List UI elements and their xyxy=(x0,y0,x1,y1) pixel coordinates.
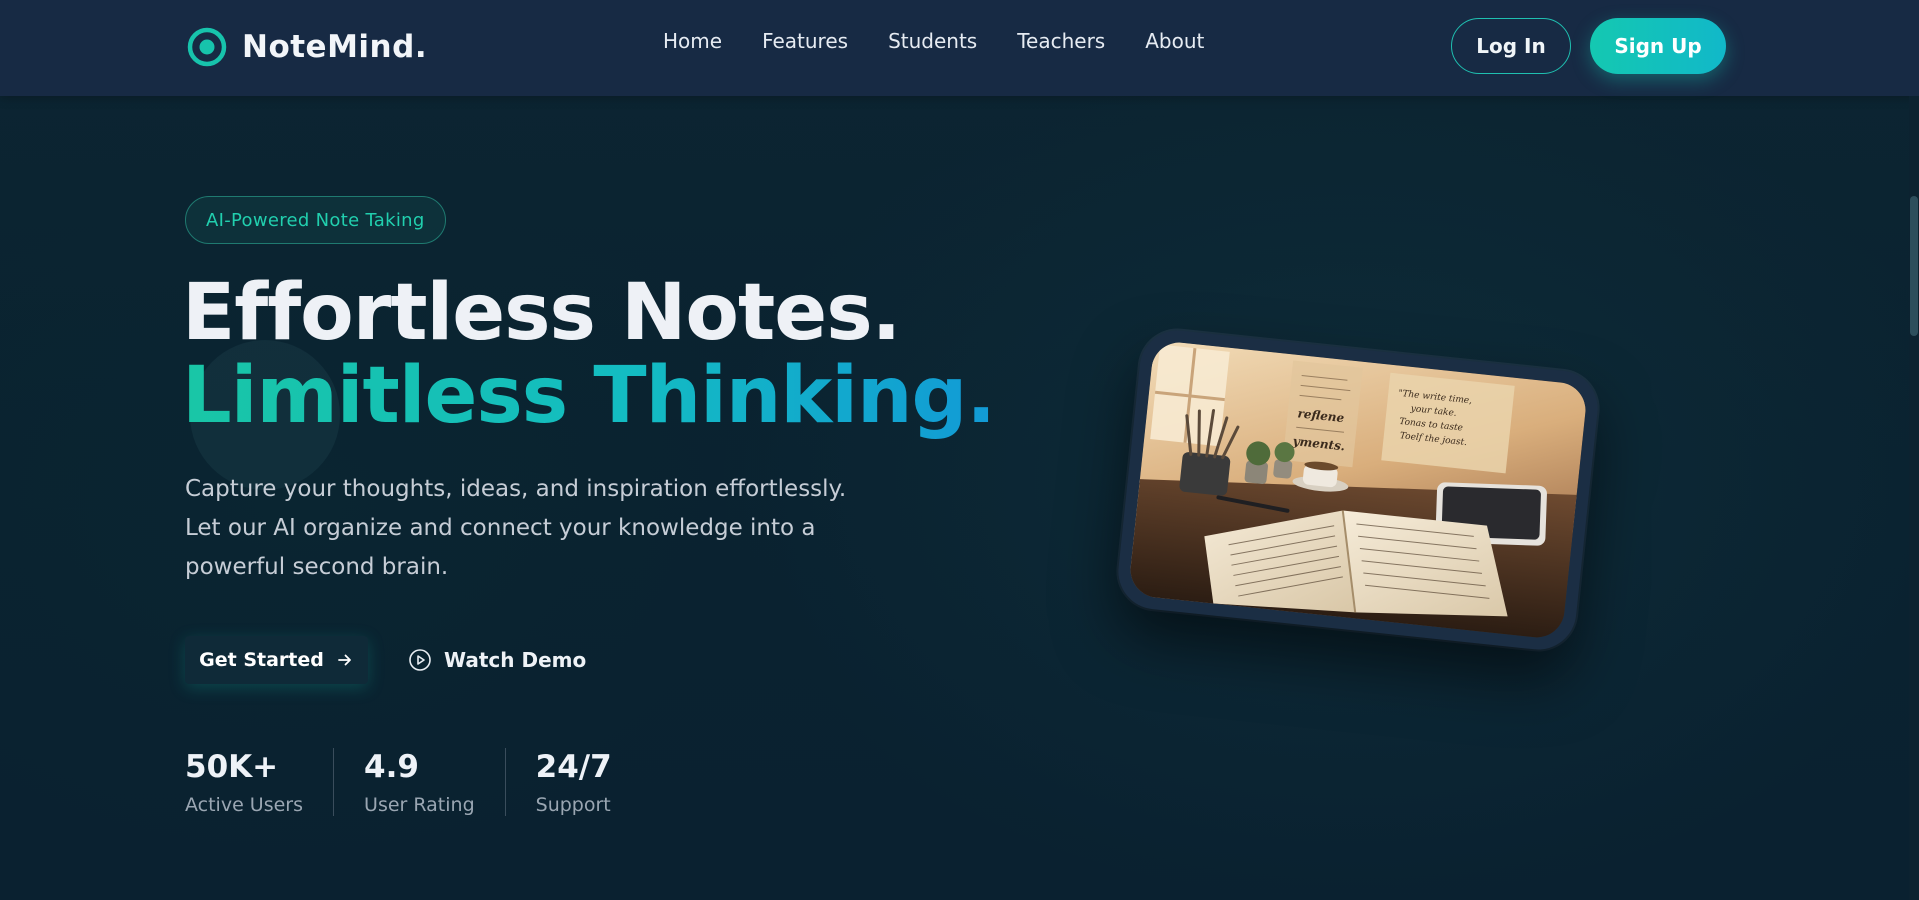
login-button[interactable]: Log In xyxy=(1451,18,1571,74)
brand-name: NoteMind. xyxy=(242,29,428,65)
nav-link-teachers[interactable]: Teachers xyxy=(1017,29,1105,53)
arrow-right-icon xyxy=(337,654,351,666)
stats-row: 50K+ Active Users 4.9 User Rating 24/7 S… xyxy=(185,748,642,816)
stat-value: 24/7 xyxy=(535,749,612,785)
notebook-desk-illustration: "The write time, your take. Tonas to tas… xyxy=(1127,339,1589,641)
watch-demo-button[interactable]: Watch Demo xyxy=(408,636,586,684)
headline-line-2: Limitless Thinking. xyxy=(182,351,996,441)
stat-user-rating: 4.9 User Rating xyxy=(333,748,505,816)
get-started-label: Get Started xyxy=(199,649,324,671)
hero-image-card: "The write time, your take. Tonas to tas… xyxy=(1114,326,1602,654)
scrollbar-thumb[interactable] xyxy=(1910,196,1918,336)
hero-description: Capture your thoughts, ideas, and inspir… xyxy=(185,476,847,580)
watch-demo-label: Watch Demo xyxy=(444,648,587,672)
page: NoteMind. Home Features Students Teacher… xyxy=(0,0,1919,900)
get-started-button[interactable]: Get Started xyxy=(185,636,368,684)
navbar: NoteMind. Home Features Students Teacher… xyxy=(0,0,1919,96)
stat-active-users: 50K+ Active Users xyxy=(185,748,333,816)
main-nav: Home Features Students Teachers About xyxy=(663,29,1204,53)
stat-value: 50K+ xyxy=(185,749,279,785)
brand-logo[interactable]: NoteMind. xyxy=(186,26,427,68)
play-circle-icon xyxy=(409,649,431,671)
nav-link-home[interactable]: Home xyxy=(663,29,722,53)
stat-label: Support xyxy=(535,794,611,816)
nav-link-about[interactable]: About xyxy=(1145,29,1204,53)
feature-badge: AI-Powered Note Taking xyxy=(185,196,446,244)
nav-link-features[interactable]: Features xyxy=(762,29,848,53)
stat-value: 4.9 xyxy=(364,749,419,785)
signup-button[interactable]: Sign Up xyxy=(1590,18,1726,74)
target-circle-icon xyxy=(187,27,227,67)
stat-label: Active Users xyxy=(185,794,304,816)
nav-link-students[interactable]: Students xyxy=(888,29,977,53)
stat-support: 24/7 Support xyxy=(504,748,642,816)
headline-line-1: Effortless Notes. xyxy=(182,268,901,358)
page-scrollbar[interactable] xyxy=(1909,96,1919,900)
stat-label: User Rating xyxy=(364,794,475,816)
hero-image: "The write time, your take. Tonas to tas… xyxy=(1127,339,1589,641)
